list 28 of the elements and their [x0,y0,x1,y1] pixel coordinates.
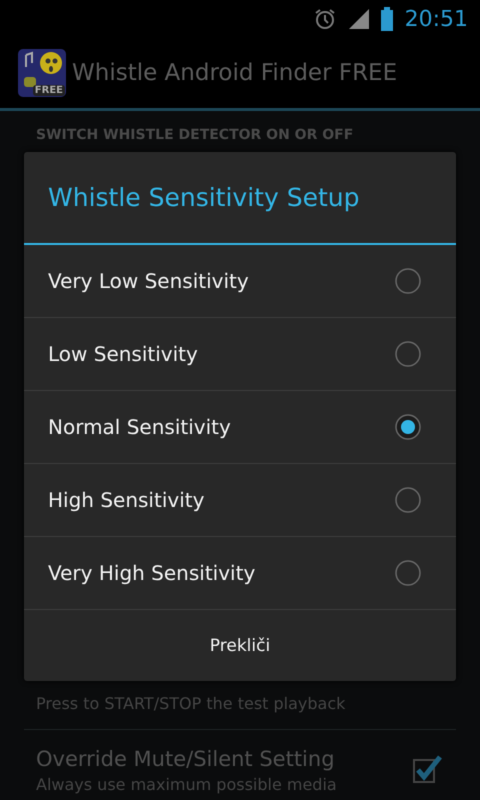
alarm-clock-icon [312,7,337,31]
option-row[interactable]: Very Low Sensitivity [24,245,456,318]
radio-button[interactable] [394,486,422,514]
option-label: Very High Sensitivity [48,561,256,585]
clock-time: 20:51 [404,6,468,32]
radio-button[interactable] [394,340,422,368]
item-summary: Always use maximum possible media [36,774,337,794]
app-title: Whistle Android Finder FREE [72,60,398,86]
option-label: Low Sensitivity [48,342,198,366]
option-label: High Sensitivity [48,488,204,512]
signal-icon [348,9,369,29]
app-icon [18,49,66,97]
option-label: Normal Sensitivity [48,415,231,439]
option-row[interactable]: Normal Sensitivity [24,391,456,464]
section-header: SWITCH WHISTLE DETECTOR ON OR OFF [35,126,354,145]
radio-button[interactable] [394,267,422,295]
free-badge: FREE [32,85,65,96]
item-summary: Press to START/STOP the test playback [36,694,346,713]
option-row[interactable]: High Sensitivity [24,464,456,537]
option-row[interactable]: Very High Sensitivity [24,537,456,610]
item-title: Override Mute/Silent Setting [36,746,336,770]
checkbox[interactable] [412,754,444,786]
radio-button[interactable] [394,559,422,587]
dialog-title: Whistle Sensitivity Setup [24,152,456,245]
option-label: Very Low Sensitivity [48,269,249,293]
battery-icon [380,7,393,31]
radio-button[interactable] [394,413,422,441]
option-row[interactable]: Low Sensitivity [24,318,456,391]
